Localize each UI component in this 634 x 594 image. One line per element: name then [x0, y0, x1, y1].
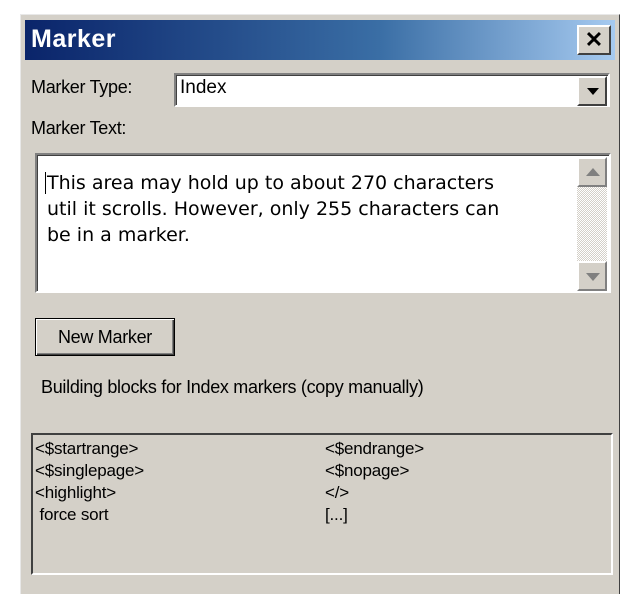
list-item[interactable]: <$endrange>	[325, 439, 424, 459]
scroll-up-button[interactable]	[577, 157, 607, 187]
marker-dialog: Marker ✕ Marker Type: Index Marker Text:…	[20, 14, 620, 594]
marker-text-label: Marker Text:	[31, 118, 127, 138]
building-blocks-label: Building blocks for Index markers (copy …	[41, 377, 424, 397]
marker-text-area[interactable]: This area may hold up to about 270 chara…	[35, 153, 611, 293]
marker-type-label: Marker Type:	[31, 77, 133, 97]
marker-type-select[interactable]: Index	[174, 73, 610, 107]
building-blocks-list[interactable]: <$startrange> <$endrange> <$singlepage> …	[31, 433, 613, 575]
list-item[interactable]: <highlight>	[35, 483, 116, 503]
scroll-down-button[interactable]	[577, 261, 607, 291]
scroll-down-icon	[586, 273, 600, 281]
dropdown-arrow-button[interactable]	[577, 76, 607, 106]
new-marker-button[interactable]: New Marker	[35, 318, 175, 356]
list-item[interactable]: [...]	[325, 505, 348, 525]
window-title: Marker	[31, 25, 116, 53]
list-item[interactable]: force sort	[35, 505, 109, 525]
chevron-down-icon	[587, 88, 599, 95]
vertical-scrollbar[interactable]	[577, 157, 607, 291]
close-button[interactable]: ✕	[577, 25, 611, 55]
marker-text-value: This area may hold up to about 270 chara…	[47, 172, 500, 246]
list-item[interactable]: <$startrange>	[35, 439, 138, 459]
close-icon: ✕	[584, 27, 604, 52]
text-caret	[45, 172, 46, 194]
new-marker-label: New Marker	[57, 326, 152, 347]
list-item[interactable]: <$singlepage>	[35, 461, 144, 481]
list-item[interactable]: </>	[325, 483, 349, 503]
marker-type-value: Index	[180, 77, 227, 98]
scroll-up-icon	[586, 168, 600, 176]
title-bar[interactable]: Marker ✕	[25, 20, 615, 60]
list-item[interactable]: <$nopage>	[325, 461, 409, 481]
